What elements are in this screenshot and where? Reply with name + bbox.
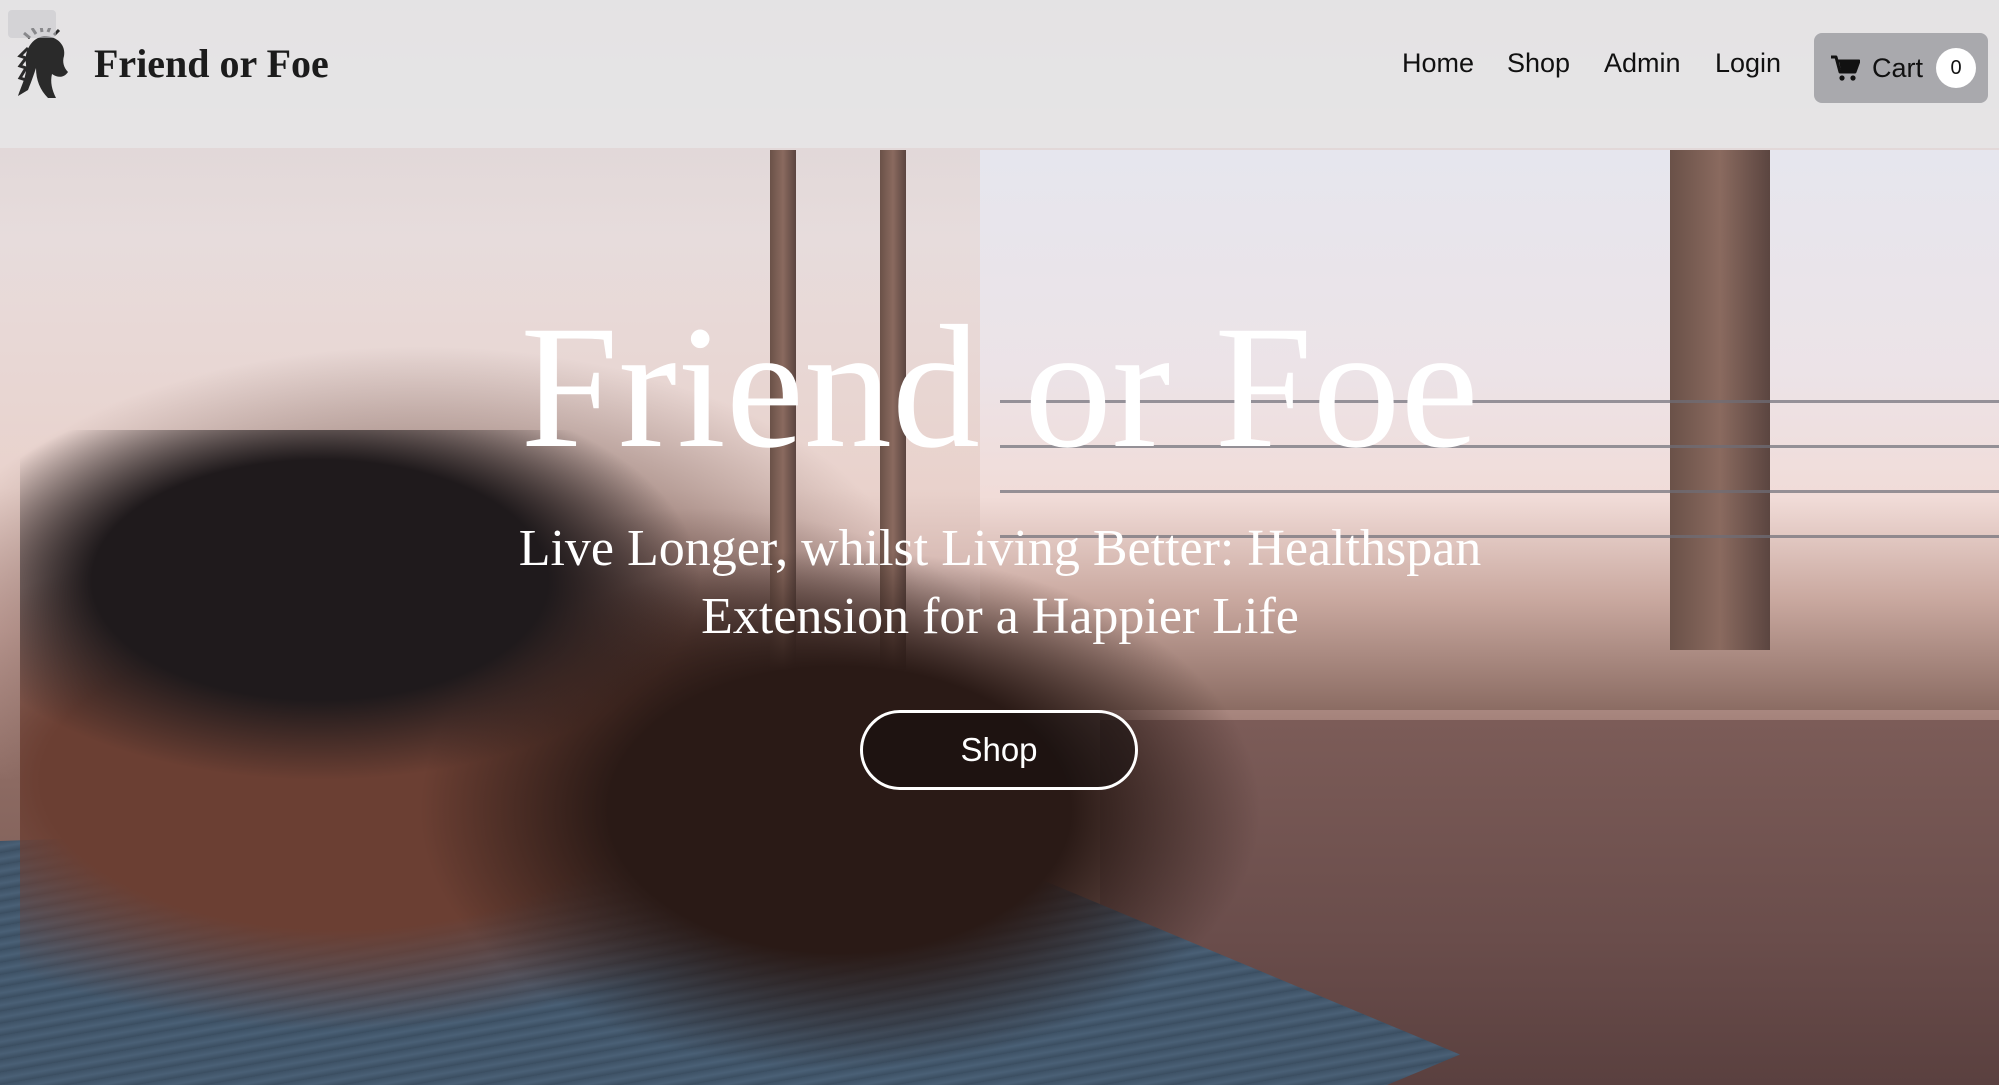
corner-tag (8, 10, 56, 38)
nav-admin-link[interactable]: Admin (1604, 48, 1681, 79)
cart-count-badge: 0 (1936, 48, 1976, 88)
hero-shop-button[interactable]: Shop (860, 710, 1138, 790)
brand-name[interactable]: Friend or Foe (94, 40, 329, 87)
nav-home-link[interactable]: Home (1402, 48, 1474, 79)
cart-icon (1831, 55, 1860, 81)
nav-shop-link[interactable]: Shop (1507, 48, 1570, 79)
cart-button[interactable]: Cart 0 (1814, 33, 1988, 103)
native-headdress-logo[interactable] (14, 28, 76, 102)
site-header: Friend or Foe Home Shop Admin Login Cart… (0, 0, 1999, 148)
hero-title: Friend or Foe (520, 290, 1479, 485)
hero-subtitle: Live Longer, whilst Living Better: Healt… (518, 520, 1482, 645)
nav-login-link[interactable]: Login (1715, 48, 1781, 79)
page: Friend or Foe Home Shop Admin Login Cart… (0, 0, 1999, 1085)
cart-label: Cart (1872, 52, 1924, 83)
